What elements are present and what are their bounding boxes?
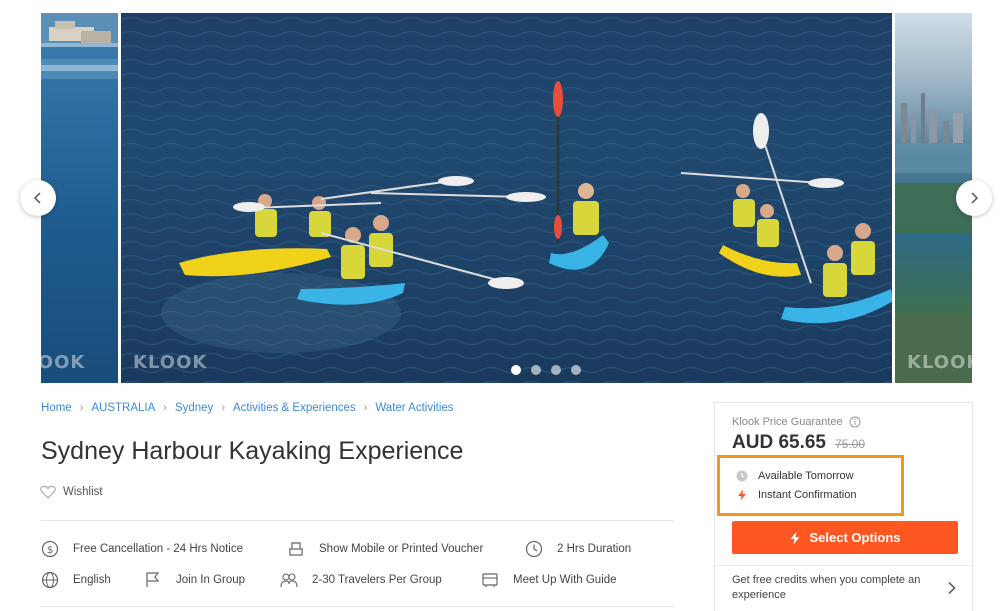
gallery-dot[interactable] — [551, 365, 561, 375]
price-guarantee: Klook Price Guarantee — [732, 416, 861, 428]
flag-icon — [146, 572, 160, 587]
feature-label: Meet Up With Guide — [513, 574, 617, 586]
breadcrumb-home[interactable]: Home — [41, 402, 72, 414]
group-icon — [280, 573, 298, 588]
feature-language: English — [41, 571, 111, 589]
feature-duration: 2 Hrs Duration — [525, 540, 631, 558]
feature-label: 2 Hrs Duration — [557, 543, 632, 555]
divider — [41, 520, 674, 521]
original-price: 75.00 — [835, 437, 866, 451]
feature-group-size: 2-30 Travelers Per Group — [280, 571, 442, 589]
globe-icon — [41, 571, 59, 589]
chevron-left-icon — [33, 192, 41, 204]
voucher-icon — [289, 542, 303, 556]
feature-label: Free Cancellation - 24 Hrs Notice — [73, 543, 244, 555]
feature-cancellation: $ Free Cancellation - 24 Hrs Notice — [41, 540, 243, 558]
credits-promo-link[interactable]: Get free credits when you complete an ex… — [732, 573, 942, 603]
clock-icon — [525, 540, 543, 558]
feature-voucher: Show Mobile or Printed Voucher — [287, 540, 483, 558]
wishlist-label: Wishlist — [63, 486, 103, 498]
select-options-button[interactable]: Select Options — [732, 521, 958, 554]
cancellation-dollar-icon: $ — [41, 540, 59, 558]
feature-label: English — [73, 574, 111, 586]
gallery-next-button[interactable] — [956, 180, 992, 216]
lightning-icon — [790, 531, 800, 544]
availability-highlight: Available Tomorrow Instant Confirmation — [717, 455, 904, 516]
confirmation-label: Instant Confirmation — [758, 489, 857, 501]
feature-label: Join In Group — [176, 574, 246, 586]
price-row: AUD 65.65 75.00 — [732, 432, 865, 454]
current-price: AUD 65.65 — [732, 432, 826, 453]
breadcrumb: Home › AUSTRALIA › Sydney › Activities &… — [41, 402, 454, 414]
divider — [715, 565, 972, 566]
chevron-right-icon: › — [79, 402, 84, 414]
gallery-pagination — [511, 365, 581, 375]
gallery-dot[interactable] — [531, 365, 541, 375]
heart-icon — [40, 485, 56, 499]
breadcrumb-subcategory[interactable]: Water Activities — [375, 402, 453, 414]
breadcrumb-category[interactable]: Activities & Experiences — [233, 402, 356, 414]
svg-text:$: $ — [47, 545, 53, 556]
gallery-watermark: KLOOK — [907, 352, 972, 373]
breadcrumb-city[interactable]: Sydney — [175, 402, 213, 414]
feature-join-group: Join In Group — [144, 571, 245, 589]
select-options-label: Select Options — [809, 530, 901, 545]
info-icon[interactable] — [849, 416, 861, 428]
chevron-right-icon[interactable] — [947, 581, 957, 595]
clock-icon — [736, 470, 748, 482]
gallery-watermark: KLOOK — [41, 352, 86, 373]
gallery-image-main[interactable]: KLOOK — [121, 13, 892, 383]
breadcrumb-country[interactable]: AUSTRALIA — [91, 402, 155, 414]
gallery-watermark: KLOOK — [133, 352, 208, 373]
feature-label: Show Mobile or Printed Voucher — [319, 543, 484, 555]
gallery-dot[interactable] — [511, 365, 521, 375]
chevron-right-icon: › — [363, 402, 368, 414]
feature-label: 2-30 Travelers Per Group — [312, 574, 442, 586]
price-guarantee-label: Klook Price Guarantee — [732, 416, 843, 428]
lightning-icon — [738, 489, 746, 501]
page-title: Sydney Harbour Kayaking Experience — [41, 437, 464, 465]
availability-label: Available Tomorrow — [758, 470, 854, 482]
photo-gallery: KLOOK — [41, 13, 972, 383]
gallery-dot[interactable] — [571, 365, 581, 375]
divider — [41, 606, 674, 607]
chevron-right-icon: › — [163, 402, 167, 414]
meetup-icon — [482, 573, 498, 587]
confirmation-item: Instant Confirmation — [736, 489, 856, 501]
booking-card: Klook Price Guarantee AUD 65.65 75.00 Av… — [714, 402, 973, 611]
wishlist-button[interactable]: Wishlist — [40, 485, 103, 499]
chevron-right-icon: › — [221, 402, 225, 414]
availability-item: Available Tomorrow — [736, 470, 854, 482]
chevron-right-icon — [971, 192, 979, 204]
gallery-prev-button[interactable] — [20, 180, 56, 216]
feature-meetup: Meet Up With Guide — [481, 571, 617, 589]
